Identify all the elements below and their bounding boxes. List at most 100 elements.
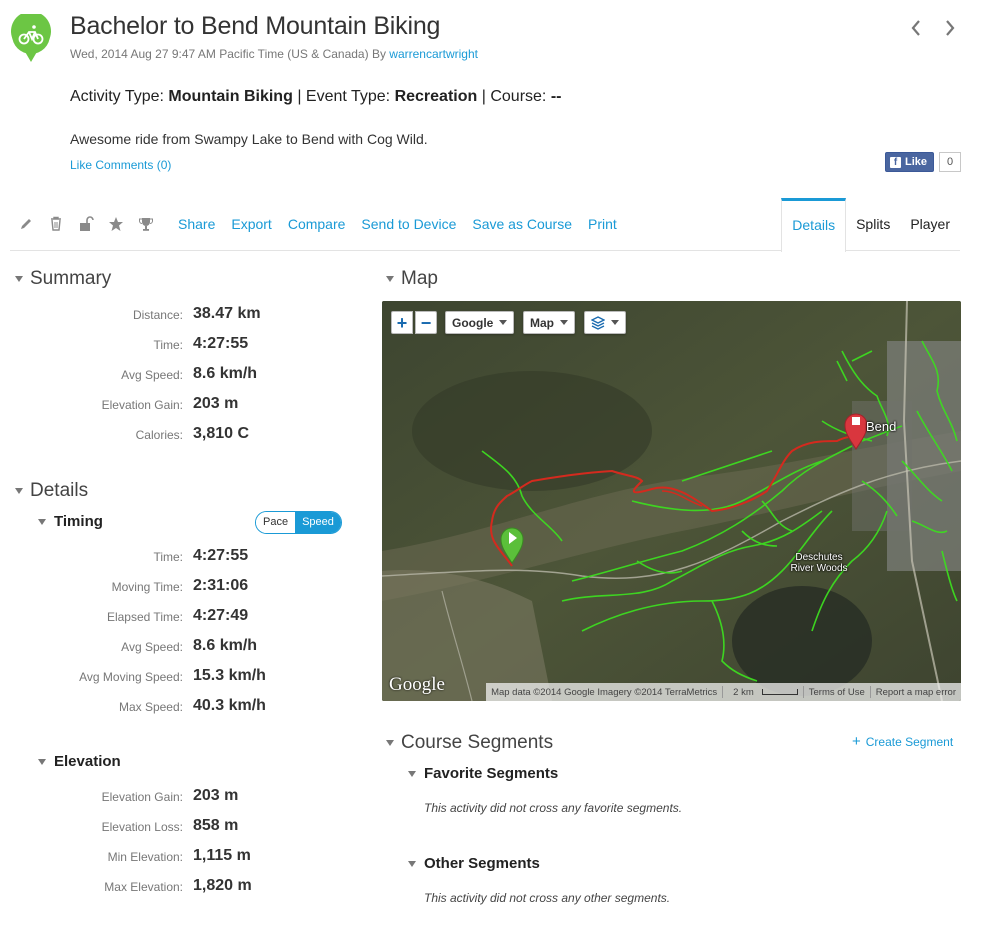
map-heading-label: Map: [401, 268, 438, 289]
star-icon[interactable]: [108, 216, 124, 232]
like-comments: Like Comments (0): [70, 158, 171, 172]
facebook-like-label: Like: [905, 156, 928, 168]
timing-heading[interactable]: Timing: [38, 513, 103, 530]
favorite-segments-heading-label: Favorite Segments: [424, 765, 559, 782]
collapse-triangle-icon: [15, 276, 23, 282]
like-link[interactable]: Like: [70, 158, 92, 172]
compare-link[interactable]: Compare: [288, 216, 346, 232]
stat-max-elevation: Max Elevation: 1,820 m: [0, 877, 320, 897]
activity-type-label: Activity Type:: [70, 88, 164, 105]
collapse-triangle-icon: [38, 758, 46, 765]
create-segment-button[interactable]: + Create Segment: [852, 733, 953, 750]
other-segments-heading-label: Other Segments: [424, 855, 540, 872]
stat-value: 4:27:55: [193, 335, 249, 352]
stat-label: Elapsed Time:: [106, 610, 183, 624]
stat-label: Avg Speed:: [121, 368, 183, 382]
other-segments-heading[interactable]: Other Segments: [408, 855, 540, 872]
map-layers-dropdown[interactable]: [584, 311, 626, 334]
favorite-segments-empty: This activity did not cross any favorite…: [424, 801, 683, 815]
collapse-triangle-icon: [408, 860, 416, 867]
stat-label: Time:: [153, 550, 183, 564]
activity-date: Wed, 2014 Aug 27 9:47 AM Pacific Time (U…: [70, 47, 386, 61]
map-scale: 2 km: [723, 687, 803, 698]
lock-icon[interactable]: [78, 216, 94, 232]
stat-label: Moving Time:: [111, 580, 183, 594]
event-type-label: | Event Type:: [297, 88, 391, 105]
terms-of-use-link[interactable]: Terms of Use: [804, 687, 870, 698]
map-heading[interactable]: Map: [386, 268, 438, 290]
share-link[interactable]: Share: [178, 216, 215, 232]
details-heading[interactable]: Details: [15, 480, 88, 502]
stat-avg-speed: Avg Speed: 8.6 km/h: [0, 365, 320, 385]
favorite-segments-heading[interactable]: Favorite Segments: [408, 765, 558, 782]
comments-link[interactable]: Comments (0): [95, 158, 171, 172]
collapse-triangle-icon: [15, 488, 23, 494]
route-map[interactable]: + − Google Map Bend Deschutes River Wood…: [382, 301, 961, 701]
place-label-line-2: River Woods: [790, 563, 848, 574]
facebook-like-button[interactable]: f Like: [885, 152, 935, 172]
tool-links: Share Export Compare Send to Device Save…: [178, 216, 617, 232]
stat-value: 8.6 km/h: [193, 365, 258, 382]
scale-bar: [761, 688, 798, 695]
stat-label: Avg Moving Speed:: [79, 670, 183, 684]
activity-type-value: Mountain Biking: [168, 88, 293, 105]
activity-type-badge: [10, 11, 52, 64]
export-link[interactable]: Export: [231, 216, 271, 232]
stat-value: 203 m: [193, 395, 239, 412]
elevation-heading[interactable]: Elevation: [38, 753, 121, 770]
report-map-error-link[interactable]: Report a map error: [871, 687, 961, 698]
prev-arrow-icon[interactable]: [908, 18, 924, 38]
stat-value: 38.47 km: [193, 305, 261, 322]
stat-time: Time: 4:27:55: [0, 547, 320, 567]
summary-heading-label: Summary: [30, 268, 112, 289]
save-as-course-link[interactable]: Save as Course: [472, 216, 572, 232]
bike-icon: [10, 11, 51, 63]
activity-description: Awesome ride from Swampy Lake to Bend wi…: [70, 131, 428, 147]
chevron-down-icon: [560, 320, 568, 325]
summary-heading[interactable]: Summary: [15, 268, 111, 290]
stat-value: 40.3 km/h: [193, 697, 266, 714]
send-to-device-link[interactable]: Send to Device: [361, 216, 456, 232]
view-tabs: Details Splits Player: [781, 198, 960, 252]
tab-details[interactable]: Details: [781, 198, 847, 252]
stat-calories: Calories: 3,810 C: [0, 425, 320, 445]
place-label-line-1: Deschutes: [795, 552, 843, 563]
pace-toggle-option[interactable]: Pace: [256, 512, 296, 533]
map-attribution-bar: Map data ©2014 Google Imagery ©2014 Terr…: [486, 683, 961, 701]
trash-icon[interactable]: [48, 216, 64, 232]
timing-heading-label: Timing: [54, 513, 103, 530]
tab-splits[interactable]: Splits: [846, 198, 900, 251]
map-type-dropdown[interactable]: Map: [523, 311, 575, 334]
zoom-in-button[interactable]: +: [391, 311, 413, 334]
zoom-out-button[interactable]: −: [415, 311, 437, 334]
stat-value: 15.3 km/h: [193, 667, 266, 684]
city-label: Bend: [866, 419, 897, 434]
activity-nav: [908, 18, 958, 38]
stat-value: 8.6 km/h: [193, 637, 258, 654]
google-logo: Google: [389, 674, 445, 695]
course-segments-heading[interactable]: Course Segments: [386, 732, 553, 754]
stat-label: Avg Speed:: [121, 640, 183, 654]
pencil-icon[interactable]: [18, 216, 34, 232]
plus-icon: +: [852, 733, 861, 750]
next-arrow-icon[interactable]: [942, 18, 958, 38]
map-provider-dropdown[interactable]: Google: [445, 311, 515, 334]
stat-label: Elevation Loss:: [101, 820, 183, 834]
stat-max-speed: Max Speed: 40.3 km/h: [0, 697, 320, 717]
user-link[interactable]: warrencartwright: [389, 47, 478, 61]
other-segments-empty: This activity did not cross any other se…: [424, 891, 671, 905]
pace-speed-toggle: Pace Speed: [255, 511, 342, 534]
print-link[interactable]: Print: [588, 216, 617, 232]
stat-value: 4:27:55: [193, 547, 249, 564]
tab-player[interactable]: Player: [900, 198, 960, 251]
stat-label: Max Elevation:: [104, 880, 183, 894]
activity-toolbar: Share Export Compare Send to Device Save…: [10, 198, 960, 252]
collapse-triangle-icon: [386, 740, 394, 746]
collapse-triangle-icon: [408, 770, 416, 777]
stat-value: 1,820 m: [193, 877, 252, 894]
stat-avg-moving-speed: Avg Moving Speed: 15.3 km/h: [0, 667, 320, 687]
speed-toggle-option[interactable]: Speed: [295, 512, 341, 533]
layers-icon: [591, 315, 605, 330]
stat-value: 3,810 C: [193, 425, 250, 442]
trophy-icon[interactable]: [138, 216, 154, 232]
